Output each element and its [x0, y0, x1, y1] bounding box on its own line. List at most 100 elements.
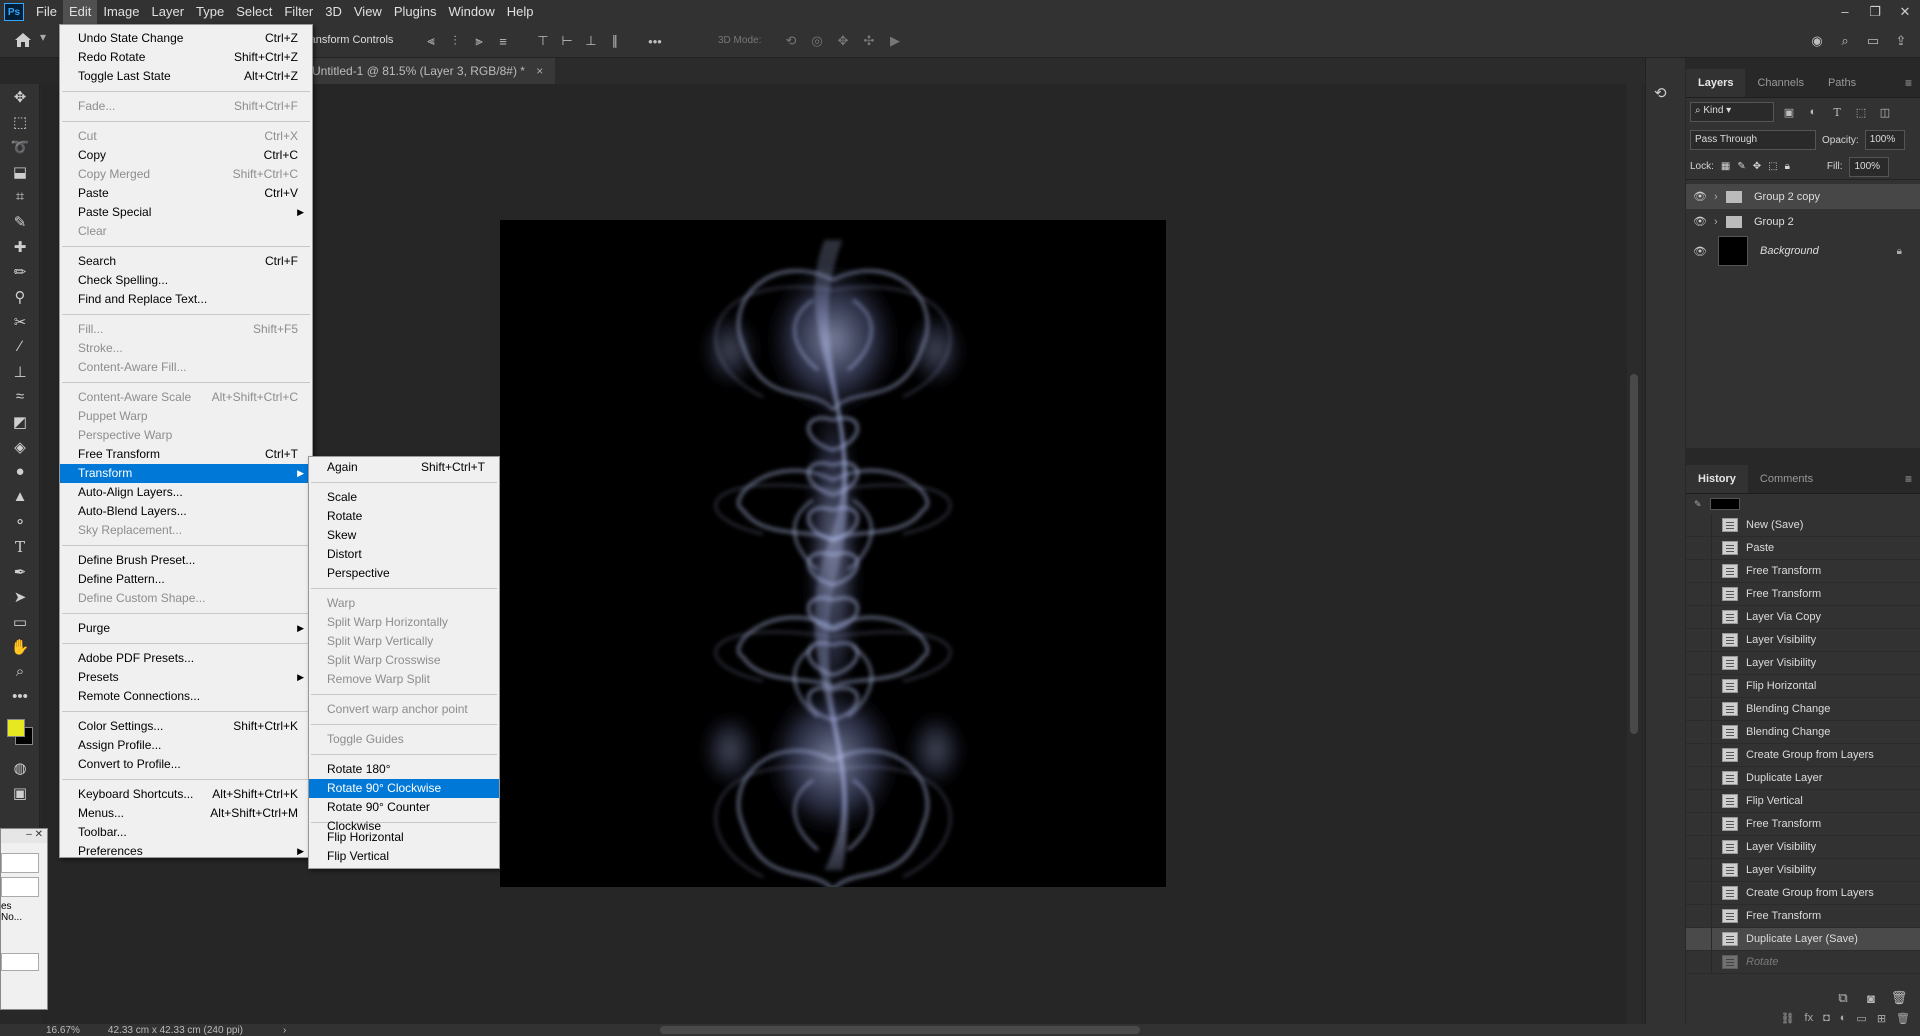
pan-3d-icon[interactable]: ✥ [832, 30, 854, 52]
transform-menu-split-warp-horizontally[interactable]: Split Warp Horizontally [309, 613, 499, 632]
lock-position-icon[interactable]: ✥ [1753, 161, 1761, 172]
new-layer-icon[interactable]: ⊞ [1877, 1012, 1886, 1025]
history-brush-source-checkbox[interactable] [1686, 835, 1712, 859]
menu-window[interactable]: Window [442, 0, 500, 24]
edit-menu-transform[interactable]: Transform ▶ [60, 464, 312, 483]
align-middle-icon[interactable]: ⊢ [556, 30, 578, 52]
history-state[interactable]: Create Group from Layers [1686, 743, 1920, 767]
share-icon[interactable]: ⇪ [1890, 30, 1912, 52]
brush-tool-icon[interactable]: ✏ [0, 259, 40, 284]
edit-menu-preferences[interactable]: Preferences ▶ [60, 842, 312, 861]
zoom-tool-icon[interactable]: ⌕ [0, 659, 40, 684]
dodge-tool-icon[interactable]: ⚬ [0, 509, 40, 534]
blur-tool-icon[interactable]: ● [0, 459, 40, 484]
history-state[interactable]: Blending Change [1686, 697, 1920, 721]
edit-menu-paste-special[interactable]: Paste Special ▶ [60, 203, 312, 222]
edit-menu-undo-state-change[interactable]: Undo State Change Ctrl+Z [60, 29, 312, 48]
dialog-minimize-icon[interactable]: – [26, 829, 32, 840]
blend-mode-select[interactable]: Pass Through [1690, 130, 1816, 150]
tab-history[interactable]: History [1686, 465, 1748, 493]
snapshot-row[interactable]: ✎ [1686, 494, 1920, 514]
history-state[interactable]: Layer Visibility [1686, 651, 1920, 675]
menu-edit[interactable]: Edit [62, 0, 98, 24]
history-state[interactable]: Paste [1686, 536, 1920, 560]
edit-menu-assign-profile[interactable]: Assign Profile... [60, 736, 312, 755]
edit-menu-search[interactable]: Search Ctrl+F [60, 252, 312, 271]
quick-mask-icon[interactable]: ◍ [0, 755, 40, 780]
dialog-field-3[interactable] [1, 953, 39, 971]
fx-icon[interactable]: fx [1805, 1012, 1814, 1024]
panel-menu-icon[interactable]: ≡ [1897, 465, 1920, 493]
tab-comments[interactable]: Comments [1748, 465, 1825, 493]
history-state[interactable]: Layer Visibility [1686, 835, 1920, 859]
align-bottom-icon[interactable]: ⊥ [580, 30, 602, 52]
expand-chevron-icon[interactable]: › [1714, 216, 1726, 228]
history-brush-tool-icon[interactable]: ✂ [0, 309, 40, 334]
transform-menu-again[interactable]: Again Shift+Ctrl+T [309, 458, 499, 477]
tool-preset-picker[interactable]: ▾ [40, 30, 60, 52]
history-brush-source-checkbox[interactable] [1686, 881, 1712, 905]
edit-menu-copy-merged[interactable]: Copy Merged Shift+Ctrl+C [60, 165, 312, 184]
edit-menu-define-pattern[interactable]: Define Pattern... [60, 570, 312, 589]
roll-3d-icon[interactable]: ◎ [806, 30, 828, 52]
type-tool-icon[interactable]: T [0, 534, 40, 559]
history-brush-source-checkbox[interactable] [1686, 582, 1712, 606]
delete-layer-icon[interactable]: 🗑︎ [1896, 1012, 1910, 1025]
filter-smart-object-icon[interactable]: ◫ [1876, 101, 1894, 123]
lock-artboard-icon[interactable]: ⬚ [1768, 161, 1777, 172]
transform-menu-convert-warp-anchor-point[interactable]: Convert warp anchor point [309, 700, 499, 719]
filter-shape-icon[interactable]: ⬚ [1852, 101, 1870, 123]
history-state[interactable]: Flip Vertical [1686, 789, 1920, 813]
transform-menu-rotate-180[interactable]: Rotate 180° [309, 760, 499, 779]
artboard-tool-icon[interactable]: ⬚ [0, 109, 40, 134]
document-tab[interactable]: Untitled-1 @ 81.5% (Layer 3, RGB/8#) * × [300, 58, 556, 84]
eraser-tool-icon[interactable]: ◩ [0, 409, 40, 434]
document-info[interactable]: 42.33 cm x 42.33 cm (240 ppi) [108, 1025, 243, 1036]
history-state[interactable]: Duplicate Layer (Save) [1686, 927, 1920, 951]
edit-menu-auto-align-layers[interactable]: Auto-Align Layers... [60, 483, 312, 502]
status-expand-icon[interactable]: › [283, 1025, 286, 1036]
layer-row[interactable]: 👁︎ Background 🔒︎ [1686, 234, 1920, 268]
edit-menu-redo-rotate[interactable]: Redo Rotate Shift+Ctrl+Z [60, 48, 312, 67]
align-right-icon[interactable]: ⫸ [468, 30, 490, 52]
history-brush-source-checkbox[interactable] [1686, 812, 1712, 836]
delete-state-icon[interactable]: 🗑︎ [1888, 987, 1910, 1009]
align-center-icon[interactable]: ⫶ [444, 30, 466, 52]
visibility-eye-icon[interactable]: 👁︎ [1686, 215, 1714, 228]
crop-tool-icon[interactable]: ⌗ [0, 184, 40, 209]
foreground-color-swatch[interactable] [7, 719, 25, 737]
menu-image[interactable]: Image [97, 0, 145, 24]
history-state[interactable]: New (Save) [1686, 513, 1920, 537]
filter-adjustment-icon[interactable]: ◐ [1804, 101, 1822, 123]
lasso-tool-icon[interactable]: ➰ [0, 134, 40, 159]
home-icon[interactable] [12, 30, 34, 53]
new-document-from-state-icon[interactable]: ⧉ [1832, 987, 1854, 1009]
edit-menu-perspective-warp[interactable]: Perspective Warp [60, 426, 312, 445]
transform-menu-rotate-90-counter-clockwise[interactable]: Rotate 90° Counter Clockwise [309, 798, 499, 833]
restore-icon[interactable]: ❐ [1860, 0, 1890, 24]
menu-help[interactable]: Help [501, 0, 540, 24]
edit-menu-remote-connections[interactable]: Remote Connections... [60, 687, 312, 706]
menu-file[interactable]: File [30, 0, 63, 24]
filter-kind-select[interactable]: ⌕ Kind ▾ [1690, 102, 1774, 122]
align-left-icon[interactable]: ⫷ [420, 30, 442, 52]
history-brush-source-checkbox[interactable] [1686, 743, 1712, 767]
edit-menu-purge[interactable]: Purge ▶ [60, 619, 312, 638]
edit-menu-paste[interactable]: Paste Ctrl+V [60, 184, 312, 203]
path-selection-tool-icon[interactable]: ➤ [0, 584, 40, 609]
edit-menu-content-aware-scale[interactable]: Content-Aware Scale Alt+Shift+Ctrl+C [60, 388, 312, 407]
transform-menu-split-warp-vertically[interactable]: Split Warp Vertically [309, 632, 499, 651]
transform-menu-split-warp-crosswise[interactable]: Split Warp Crosswise [309, 651, 499, 670]
transform-menu-rotate[interactable]: Rotate [309, 507, 499, 526]
learn-icon[interactable]: ◉ [1806, 30, 1828, 52]
new-group-icon[interactable]: ▭ [1856, 1012, 1866, 1025]
history-brush-source-checkbox[interactable] [1686, 651, 1712, 675]
dialog-field-2[interactable] [1, 877, 39, 897]
pen-tool-icon[interactable]: ✒ [0, 559, 40, 584]
history-state[interactable]: Layer Visibility [1686, 628, 1920, 652]
minimize-icon[interactable]: – [1830, 0, 1860, 24]
edit-menu-define-custom-shape[interactable]: Define Custom Shape... [60, 589, 312, 608]
history-brush-source-checkbox[interactable] [1686, 559, 1712, 583]
eyedropper-tool-icon[interactable]: ✎ [0, 209, 40, 234]
transform-menu-flip-horizontal[interactable]: Flip Horizontal [309, 828, 499, 847]
